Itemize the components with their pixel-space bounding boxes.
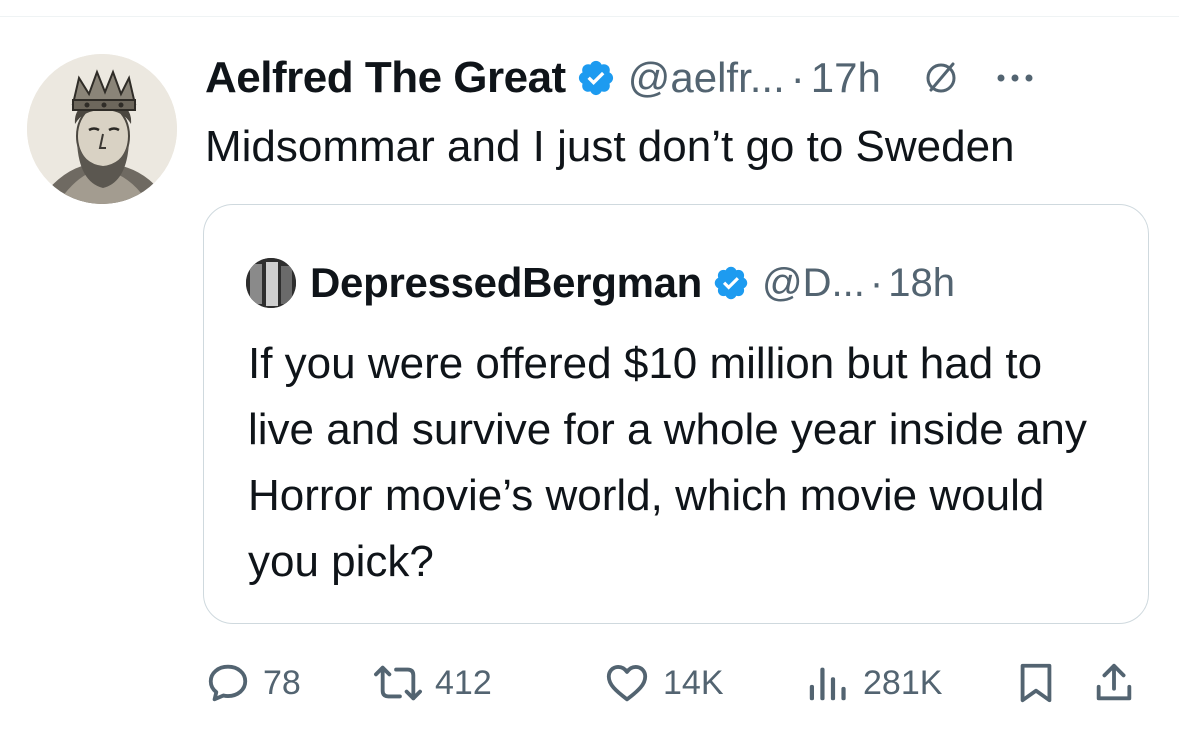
verified-badge-icon[interactable] [576,58,616,98]
quoted-author-handle[interactable]: @D... [762,261,865,306]
share-icon [1091,660,1137,706]
quoted-author-avatar[interactable] [246,258,296,308]
tweet-actions: 78 412 14K 281K [205,652,1145,714]
tweet-text: Midsommar and I just don’t go to Sweden [205,122,1015,171]
repost-icon [373,660,423,706]
quoted-tweet[interactable]: DepressedBergman @D... · 18h If you were… [203,204,1149,624]
author-avatar[interactable] [27,54,177,204]
author-name[interactable]: Aelfred The Great [205,53,566,103]
tweet-time[interactable]: 17h [811,54,881,102]
quoted-tweet-header: DepressedBergman @D... · 18h [246,257,955,309]
grok-icon[interactable] [921,58,961,98]
reply-button[interactable]: 78 [205,652,301,714]
repost-button[interactable]: 412 [373,652,492,714]
bookmark-button[interactable] [1013,652,1059,714]
separator-dot: · [790,54,805,101]
author-handle[interactable]: @aelfr... [628,54,785,102]
separator-dot: · [869,260,884,305]
views-icon [805,660,851,706]
like-button[interactable]: 14K [603,652,724,714]
views-count: 281K [863,663,943,702]
repost-count: 412 [435,663,492,702]
more-icon[interactable] [995,72,1035,84]
like-count: 14K [663,663,724,702]
quoted-tweet-text: If you were offered $10 million but had … [248,339,1087,586]
quoted-tweet-time[interactable]: 18h [888,261,955,306]
share-button[interactable] [1091,652,1137,714]
bookmark-icon [1013,660,1059,706]
heart-icon [603,660,651,706]
views-button[interactable]: 281K [805,652,942,714]
quoted-author-name[interactable]: DepressedBergman [310,259,702,307]
reply-icon [205,660,251,706]
tweet-header: Aelfred The Great @aelfr... · 17h [205,48,1035,108]
verified-badge-icon[interactable] [712,264,750,302]
reply-count: 78 [263,663,301,702]
top-divider [0,16,1179,17]
